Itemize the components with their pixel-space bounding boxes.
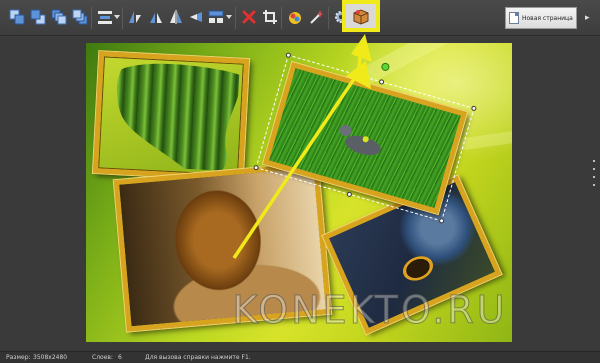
status-help-text: Для вызова справки нажмите F1. <box>145 354 251 361</box>
status-layers-value: 6 <box>118 354 122 361</box>
status-layers-label: Слоев: <box>92 354 113 361</box>
status-size-label: Размер: <box>6 354 31 361</box>
panel-resize-grip[interactable] <box>592 160 596 190</box>
status-size-value: 3508x2480 <box>33 354 68 361</box>
status-bar: Размер: 3508x2480 Слоев: 6 Для вызова сп… <box>0 351 600 363</box>
watermark: KONEKTO.RU <box>232 288 508 333</box>
